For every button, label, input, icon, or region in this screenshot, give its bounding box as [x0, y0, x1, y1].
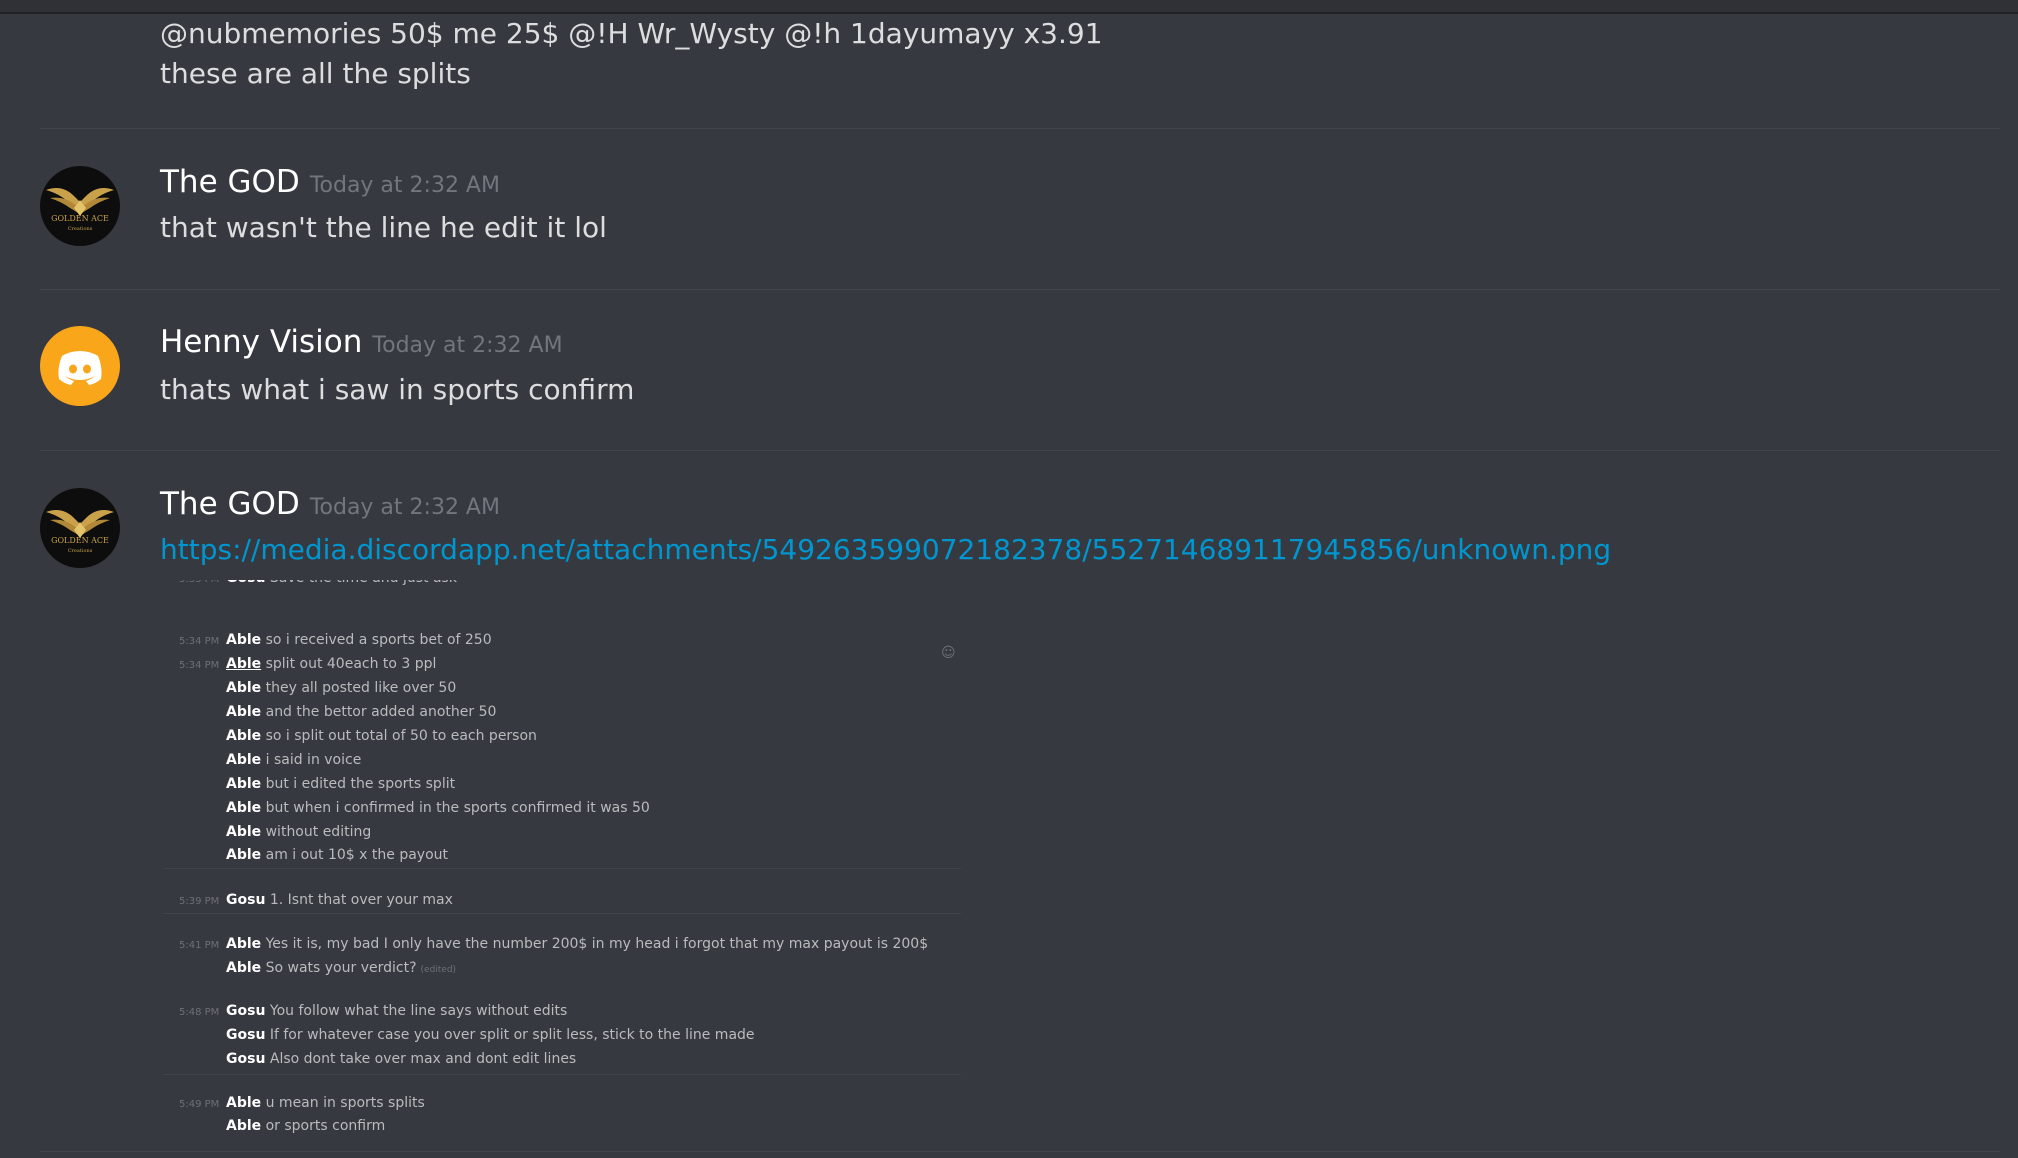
user-avatar[interactable]: GOLDEN ACE Creations: [40, 488, 120, 568]
username[interactable]: Henny Vision: [160, 324, 362, 360]
golden-ace-logo-icon: GOLDEN ACE Creations: [40, 166, 120, 246]
message-divider: [40, 450, 2000, 451]
embed-chat-username: Gosu: [226, 1027, 266, 1043]
discord-logo-icon: [40, 326, 120, 406]
embed-chat-divider: [163, 913, 961, 914]
embed-chat-username: Able: [226, 800, 262, 816]
embed-chat-username: Gosu: [226, 1003, 266, 1019]
embed-chat-time: 5:41 PM: [179, 940, 220, 951]
embedded-image[interactable]: ☺ 5:33 PM Gosu Save the time and just ask…: [163, 580, 961, 1150]
embed-chat-username: Able: [226, 752, 262, 768]
embed-chat-time: 5:34 PM: [179, 660, 220, 671]
embed-chat-time: 5:49 PM: [179, 1099, 220, 1110]
embed-chat-text: am i out 10$ x the payout: [265, 847, 449, 863]
embed-chat-edited: (edited): [420, 965, 457, 975]
message-text: that wasn't the line he edit it lol: [160, 211, 607, 244]
embed-chat-text: so i split out total of 50 to each perso…: [265, 728, 537, 744]
embed-chat-username: Able: [226, 728, 262, 744]
embed-chat-username: Able: [226, 632, 262, 648]
message-header: The GOD Today at 2:32 AM: [160, 164, 500, 200]
message-header: Henny Vision Today at 2:32 AM: [160, 324, 563, 360]
embed-chat-divider: [163, 868, 961, 869]
timestamp: Today at 2:32 AM: [309, 173, 500, 198]
embed-chat-text: i said in voice: [265, 752, 362, 768]
embed-chat-username: Able: [226, 704, 262, 720]
embed-chat-username: Able: [226, 824, 262, 840]
embed-chat-username: Able: [226, 847, 262, 863]
embed-chat-text: they all posted like over 50: [265, 680, 457, 696]
message-line: these are all the splits: [160, 57, 471, 90]
embed-chat-username: Able: [226, 680, 262, 696]
embed-chat-time: 5:39 PM: [179, 896, 220, 907]
svg-text:GOLDEN ACE: GOLDEN ACE: [51, 536, 109, 545]
embed-chat-text: but i edited the sports split: [265, 776, 456, 792]
message-line: @nubmemories 50$ me 25$ @!H Wr_Wysty @!h…: [160, 17, 1103, 50]
svg-text:GOLDEN ACE: GOLDEN ACE: [51, 214, 109, 223]
message-divider: [40, 128, 2000, 129]
embed-chat-text: and the bettor added another 50: [265, 704, 497, 720]
embed-chat-text: or sports confirm: [265, 1118, 386, 1134]
embed-chat-text: Yes it is, my bad I only have the number…: [265, 936, 929, 952]
embed-chat-text: Save the time and just ask: [270, 580, 457, 586]
embed-chat-text: You follow what the line says without ed…: [269, 1003, 568, 1019]
embed-chat-username: Gosu: [226, 892, 266, 908]
top-bar: [0, 0, 2018, 14]
embed-chat-username: Able: [226, 776, 262, 792]
embed-chat-text: without editing: [265, 824, 372, 840]
embed-chat-username: Able: [226, 1095, 262, 1111]
embed-chat-text: but when i confirmed in the sports confi…: [265, 800, 650, 816]
add-reaction-icon: ☺: [941, 645, 956, 661]
user-avatar[interactable]: GOLDEN ACE Creations: [40, 166, 120, 246]
svg-text:Creations: Creations: [68, 226, 93, 232]
embed-chat-username: Able: [226, 960, 262, 976]
message-header: The GOD Today at 2:32 AM: [160, 486, 500, 522]
embed-chat-text: split out 40each to 3 ppl: [265, 656, 437, 672]
username[interactable]: The GOD: [160, 164, 300, 200]
embed-chat-username: Able: [226, 656, 262, 672]
message-text: thats what i saw in sports confirm: [160, 373, 635, 406]
message-divider: [40, 1151, 2000, 1152]
embed-chat-text: If for whatever case you over split or s…: [269, 1027, 755, 1043]
embed-chat-text: So wats your verdict?: [265, 960, 417, 976]
embed-chat-username: Able: [226, 1118, 262, 1134]
user-avatar[interactable]: [40, 326, 120, 406]
message-divider: [40, 289, 2000, 290]
embed-chat-text: 1. Isnt that over your max: [269, 892, 453, 908]
timestamp: Today at 2:32 AM: [309, 495, 500, 520]
message-continuation: @nubmemories 50$ me 25$ @!H Wr_Wysty @!h…: [160, 14, 1103, 94]
embed-chat-text: u mean in sports splits: [265, 1095, 425, 1111]
embed-chat-time: 5:48 PM: [179, 1007, 220, 1018]
embed-chat-time: 5:33 PM: [179, 580, 219, 585]
embed-chat-username: Gosu: [226, 1051, 266, 1067]
embed-chat-username: Able: [226, 936, 262, 952]
embed-chat-time: 5:34 PM: [179, 636, 220, 647]
golden-ace-logo-icon: GOLDEN ACE Creations: [40, 488, 120, 568]
embed-chat-username: Gosu: [226, 580, 265, 586]
attachment-link[interactable]: https://media.discordapp.net/attachments…: [160, 533, 1611, 566]
embed-chat-text: so i received a sports bet of 250: [265, 632, 492, 648]
username[interactable]: The GOD: [160, 486, 300, 522]
svg-text:Creations: Creations: [68, 548, 93, 554]
embed-chat-divider: [163, 1074, 961, 1075]
timestamp: Today at 2:32 AM: [372, 333, 563, 358]
embed-chat-text: Also dont take over max and dont edit li…: [269, 1051, 577, 1067]
